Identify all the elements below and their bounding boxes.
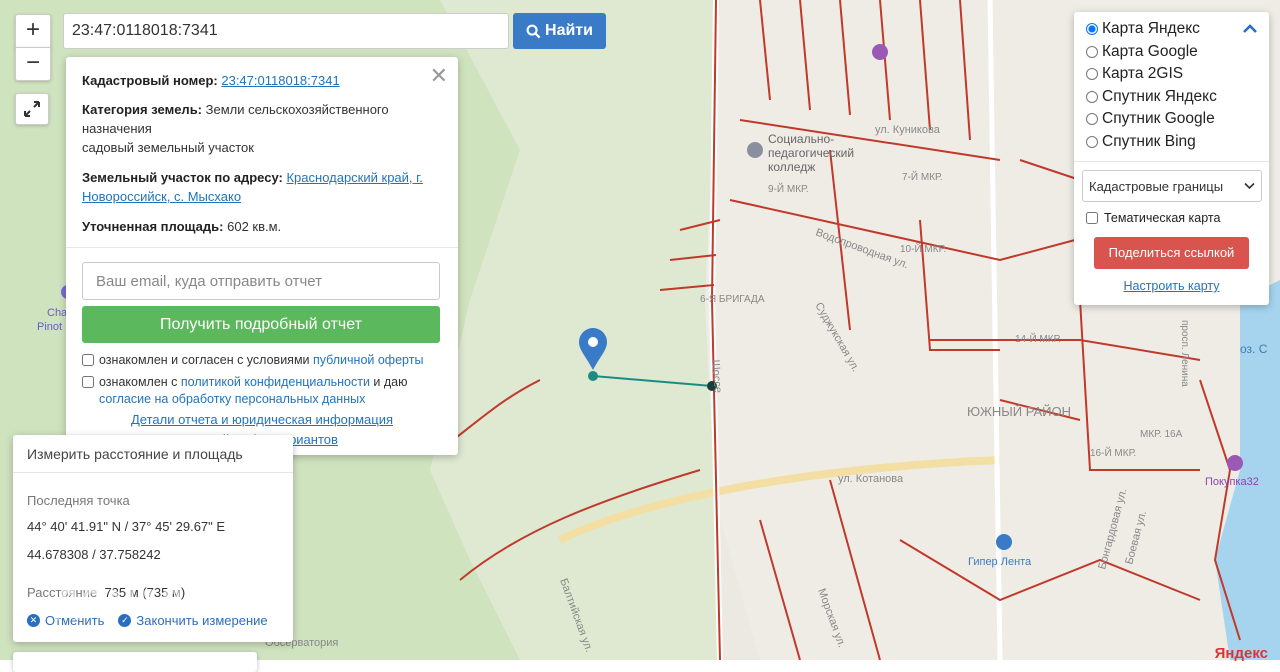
- label-pinot: Pinot: [37, 321, 62, 333]
- layer-option-label: Карта Google: [1102, 42, 1198, 60]
- label-mkr16a: МКР. 16А: [1140, 429, 1183, 440]
- label-hyper: Гипер Лента: [968, 556, 1032, 568]
- consent-privacy-row: ознакомлен с политикой конфиденциальност…: [82, 374, 442, 408]
- thematic-map-checkbox[interactable]: [1086, 212, 1098, 224]
- layer-option-2gis-map[interactable]: Карта 2GIS: [1082, 63, 1261, 86]
- consent-privacy-text-mid: и даю: [369, 375, 408, 389]
- bottom-panel: [13, 652, 257, 672]
- label-college-2: педагогический: [768, 146, 854, 160]
- category-subvalue: садовый земельный участок: [82, 140, 254, 155]
- layer-radio[interactable]: [1086, 135, 1098, 148]
- consent-offer-row: ознакомлен и согласен с условиями публич…: [82, 352, 442, 369]
- label-oz: оз. С: [1240, 342, 1268, 356]
- consent-offer-text: ознакомлен и согласен с условиями: [99, 353, 313, 367]
- cadastral-label: Кадастровый номер:: [82, 73, 218, 88]
- area-value: 602 кв.м.: [227, 219, 282, 234]
- details-link-row: Детали отчета и юридическая информация: [66, 412, 458, 427]
- layer-option-label: Спутник Яндекс: [1102, 87, 1217, 105]
- consent-offer-checkbox[interactable]: [82, 354, 94, 366]
- label-district: ЮЖНЫЙ РАЙОН: [967, 404, 1071, 419]
- layer-option-bing-satellite[interactable]: Спутник Bing: [1082, 131, 1261, 154]
- personal-data-consent-link[interactable]: согласие на обработку персональных данны…: [99, 392, 365, 406]
- measure-title: Измерить расстояние и площадь: [13, 435, 293, 473]
- label-brigade: 6-Я БРИГАДА: [700, 294, 765, 305]
- label-college-1: Социально-: [768, 132, 834, 146]
- north-poi-icon[interactable]: [872, 44, 888, 60]
- last-point-label: Последняя точка: [27, 493, 130, 508]
- measure-point-start[interactable]: [588, 371, 598, 381]
- layer-option-label: Карта Яндекс: [1102, 20, 1200, 38]
- layers-divider: [1074, 161, 1269, 162]
- label-pokupka: Покупка32: [1205, 476, 1259, 488]
- search-icon: [526, 24, 541, 38]
- cadastral-number-row: Кадастровый номер: 23:47:0118018:7341: [82, 71, 442, 90]
- last-point-decimal: 44.678308 / 37.758242: [27, 547, 161, 562]
- report-details-link[interactable]: Детали отчета и юридическая информация: [131, 412, 393, 427]
- layer-radio[interactable]: [1086, 90, 1098, 103]
- layer-option-google-map[interactable]: Карта Google: [1082, 41, 1261, 64]
- label-mkr9: 9-Й МКР.: [768, 182, 809, 195]
- label-mkr7: 7-Й МКР.: [902, 170, 943, 183]
- address-row: Земельный участок по адресу: Краснодарск…: [82, 168, 442, 206]
- layer-option-label: Спутник Google: [1102, 110, 1215, 128]
- privacy-policy-link[interactable]: политикой конфиденциальности: [181, 375, 370, 389]
- college-poi-icon[interactable]: [747, 142, 763, 158]
- label-kunikova: ул. Куникова: [875, 124, 941, 136]
- close-icon[interactable]: ✕: [430, 63, 448, 89]
- search-input[interactable]: [63, 13, 509, 49]
- expand-icon: [24, 101, 40, 117]
- thematic-map-row[interactable]: Тематическая карта: [1082, 211, 1261, 225]
- cadastral-select-value: Кадастровые границы: [1089, 178, 1224, 194]
- last-point-dms: 44° 40' 41.91" N / 37° 45' 29.67" E: [27, 519, 226, 534]
- label-prospekt-lenina: просп. Ленина: [1179, 320, 1190, 387]
- category-row: Категория земель: Земли сельскохозяйстве…: [82, 100, 442, 157]
- domclick-watermark: ДОМКЛИК: [55, 583, 231, 621]
- area-row: Уточненная площадь: 602 кв.м.: [82, 217, 442, 236]
- zoom-out-button[interactable]: −: [15, 47, 51, 81]
- thematic-map-label: Тематическая карта: [1104, 211, 1221, 225]
- layer-option-yandex-map[interactable]: Карта Яндекс: [1082, 18, 1261, 41]
- fullscreen-button[interactable]: [15, 93, 49, 125]
- chevron-up-icon[interactable]: [1243, 21, 1257, 39]
- layer-radio[interactable]: [1086, 68, 1098, 81]
- label-kotanova: ул. Котанова: [838, 473, 904, 485]
- shop-poi-icon[interactable]: [996, 534, 1012, 550]
- search-button[interactable]: Найти: [513, 13, 606, 49]
- area-label: Уточненная площадь:: [82, 219, 224, 234]
- search-button-label: Найти: [545, 22, 593, 39]
- yandex-copyright[interactable]: Яндекс: [1215, 645, 1268, 662]
- configure-map-link[interactable]: Настроить карту: [1123, 279, 1219, 293]
- chevron-down-icon: [1244, 182, 1255, 190]
- cadastral-number-link[interactable]: 23:47:0118018:7341: [221, 73, 339, 88]
- parcel-info-panel: ✕ Кадастровый номер: 23:47:0118018:7341 …: [66, 57, 458, 455]
- zoom-in-button[interactable]: +: [15, 14, 51, 48]
- address-label: Земельный участок по адресу:: [82, 170, 283, 185]
- public-offer-link[interactable]: публичной оферты: [313, 353, 423, 367]
- close-icon: ✕: [27, 614, 40, 627]
- layer-radio[interactable]: [1086, 23, 1098, 36]
- layer-radio[interactable]: [1086, 113, 1098, 126]
- layer-radio[interactable]: [1086, 45, 1098, 58]
- label-mkr10: 10-Й МКР.: [900, 242, 946, 255]
- category-label: Категория земель:: [82, 102, 203, 117]
- consent-privacy-checkbox[interactable]: [82, 376, 94, 388]
- map-layers-panel: Карта Яндекс Карта Google Карта 2GIS Спу…: [1074, 12, 1269, 305]
- layer-option-google-satellite[interactable]: Спутник Google: [1082, 108, 1261, 131]
- email-field[interactable]: [82, 262, 440, 300]
- consent-privacy-text: ознакомлен с: [99, 375, 181, 389]
- label-mkr16: 16-Й МКР.: [1090, 446, 1136, 459]
- cadastral-layer-select[interactable]: Кадастровые границы: [1082, 170, 1262, 202]
- configure-map-row: Настроить карту: [1082, 279, 1261, 293]
- label-college-3: колледж: [768, 160, 815, 174]
- layer-option-yandex-satellite[interactable]: Спутник Яндекс: [1082, 86, 1261, 109]
- layer-option-label: Спутник Bing: [1102, 132, 1196, 150]
- share-link-button[interactable]: Поделиться ссылкой: [1094, 237, 1249, 269]
- label-mkr14: 14-Й МКР.: [1015, 332, 1061, 345]
- pokupka-poi-icon[interactable]: [1227, 455, 1243, 471]
- get-report-button[interactable]: Получить подробный отчет: [82, 306, 440, 343]
- layer-option-label: Карта 2GIS: [1102, 65, 1184, 83]
